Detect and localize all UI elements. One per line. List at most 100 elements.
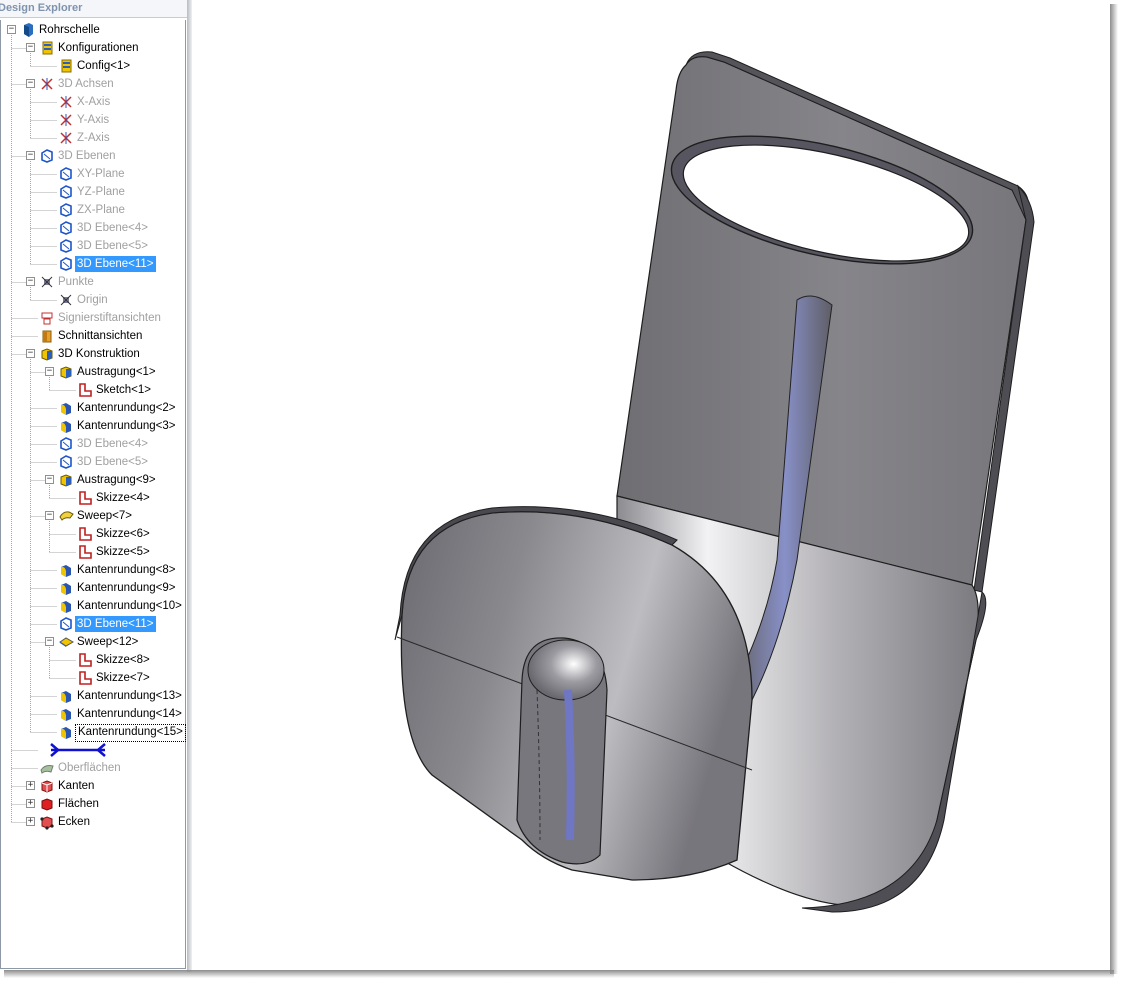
collapse-icon[interactable]: − [26,277,35,286]
tree-node-label: Sweep<7> [77,510,132,522]
tree-node[interactable]: Skizze<7> [1,669,185,687]
tree-node-label: Sketch<1> [96,384,151,396]
sweep-icon [58,508,74,524]
sketch-icon [77,526,93,542]
tree-node-label: 3D Ebene<5> [77,240,148,252]
collapse-icon[interactable]: − [45,475,54,484]
tree-node[interactable]: X-Axis [1,93,185,111]
tree-node[interactable]: Kantenrundung<13> [1,687,185,705]
sketch-icon [77,652,93,668]
tree-node[interactable]: Kantenrundung<14> [1,705,185,723]
section-icon [39,328,55,344]
extrude-icon [58,472,74,488]
tree-node[interactable]: − Austragung<1> [1,363,185,381]
surface-icon [39,760,55,776]
tree-node[interactable]: Kantenrundung<10> [1,597,185,615]
tree-node[interactable]: Skizze<8> [1,651,185,669]
tree-node[interactable]: − 3D Ebenen [1,147,185,165]
tree-node-label: Flächen [58,798,99,810]
tree-node-label: Austragung<1> [77,366,156,378]
fillet-icon [58,418,74,434]
tree-node-label: Kantenrundung<14> [77,708,182,720]
tree-node[interactable]: − 3D Konstruktion [1,345,185,363]
tree-node[interactable]: + Kanten [1,777,185,795]
tree-node[interactable]: Kantenrundung<15> [1,723,186,742]
tree-node[interactable]: + Flächen [1,795,185,813]
tree-node[interactable]: ZX-Plane [1,201,185,219]
tree-node[interactable]: YZ-Plane [1,183,185,201]
tree-node-label: XY-Plane [77,168,125,180]
tree-node[interactable]: 3D Ebene<4> [1,435,185,453]
fillet-icon [58,580,74,596]
tree-node-label: Config<1> [77,60,131,72]
feature-tree[interactable]: − Rohrschelle − Konfigurationen Config<1> −3D… [0,20,186,969]
tree-node-label: Oberflächen [58,762,121,774]
3d-viewport[interactable] [192,0,1110,970]
tree-node[interactable]: Schnittansichten [1,327,185,345]
tree-node[interactable]: Oberflächen [1,759,185,777]
fillet-icon [58,724,74,740]
collapse-icon[interactable]: − [45,637,54,646]
expand-icon[interactable]: + [26,799,35,808]
collapse-icon[interactable]: − [26,151,35,160]
tree-node-label: 3D Konstruktion [58,348,140,360]
tree-node[interactable]: 3D Ebene<11> [1,255,185,273]
collapse-icon[interactable]: − [45,367,54,376]
collapse-icon[interactable]: − [45,511,54,520]
tree-node[interactable]: 3D Ebene<5> [1,453,185,471]
tree-node[interactable]: − Austragung<9> [1,471,185,489]
tree-node[interactable]: XY-Plane [1,165,185,183]
expand-icon[interactable]: + [26,781,35,790]
tree-node[interactable]: + Ecken [1,813,185,831]
tree-node[interactable]: Kantenrundung<2> [1,399,185,417]
tree-node[interactable]: Skizze<6> [1,525,185,543]
tree-node[interactable]: Kantenrundung<9> [1,579,185,597]
tree-node[interactable]: Z-Axis [1,129,185,147]
collapse-icon[interactable]: − [26,349,35,358]
tree-node[interactable]: − 3D Achsen [1,75,185,93]
collapse-icon[interactable]: − [26,43,35,52]
tree-node[interactable]: Config<1> [1,57,185,75]
panel-title-text: Design Explorer [0,2,83,14]
tree-node-label: Y-Axis [77,114,110,126]
rollback-bar-icon[interactable] [48,742,108,758]
collapse-icon[interactable]: − [7,25,16,34]
tree-node[interactable]: 3D Ebene<5> [1,237,185,255]
fillet-icon [58,688,74,704]
tree-node[interactable]: − Sweep<7> [1,507,185,525]
tree-node[interactable]: − Sweep<12> [1,633,185,651]
tree-node[interactable]: − Punkte [1,273,185,291]
tree-node[interactable]: Y-Axis [1,111,185,129]
tree-node[interactable]: Skizze<4> [1,489,185,507]
plane-icon [58,454,74,470]
fillet-icon [58,400,74,416]
tree-node[interactable]: Skizze<5> [1,543,185,561]
collapse-icon[interactable]: − [26,79,35,88]
plane-icon [58,238,74,254]
plane-icon [58,202,74,218]
tree-node-label: Origin [77,294,108,306]
config-icon [58,58,74,74]
sketch-icon [77,382,93,398]
part-icon [20,22,36,38]
part-model-view[interactable] [192,0,1110,970]
tree-node[interactable]: Origin [1,291,185,309]
tree-node[interactable]: − Konfigurationen [1,39,185,57]
tree-node[interactable]: Kantenrundung<8> [1,561,185,579]
plane-icon [58,184,74,200]
tree-node-label: 3D Ebenen [58,150,116,162]
expand-icon[interactable]: + [26,817,35,826]
tree-node[interactable]: 3D Ebene<4> [1,219,185,237]
tree-node-label: Kantenrundung<2> [77,402,176,414]
tree-node-label: Punkte [58,276,94,288]
tree-node[interactable] [1,741,185,759]
tree-node[interactable]: Kantenrundung<3> [1,417,185,435]
tree-node-label: 3D Ebene<4> [77,222,148,234]
tree-node[interactable]: Sketch<1> [1,381,185,399]
tree-node[interactable]: − Rohrschelle [1,21,185,39]
sweep2-icon [58,634,75,650]
plane-icon [58,256,74,272]
tree-node[interactable]: Signierstiftansichten [1,309,185,327]
tree-node[interactable]: 3D Ebene<11> [1,615,185,633]
sketch-icon [77,670,93,686]
